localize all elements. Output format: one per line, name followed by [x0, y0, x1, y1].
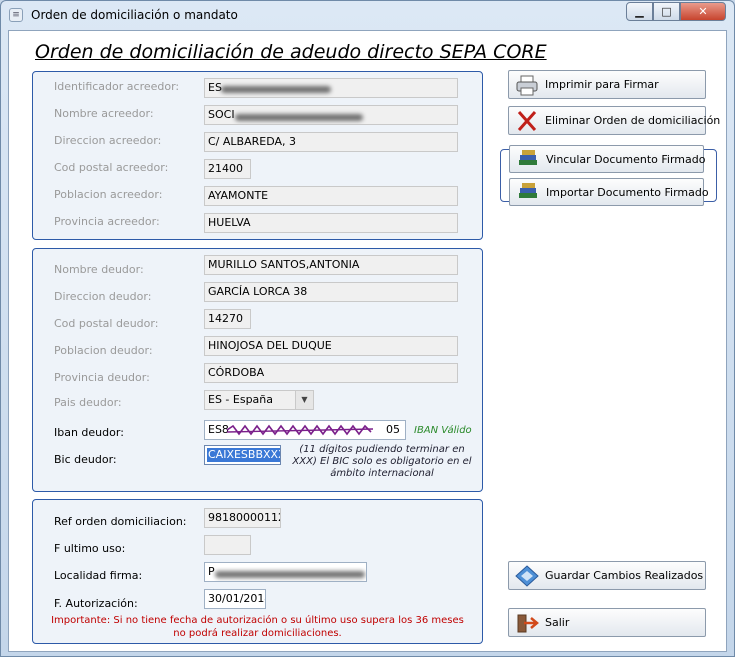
identificador-acreedor-label: Identificador acreedor:	[54, 80, 180, 93]
bic-help-note: (11 dígitos pudiendo terminar en XXX) El…	[292, 444, 472, 479]
pais-deudor-select[interactable]: ES - España ▼	[204, 390, 314, 410]
iban-deudor-label: Iban deudor:	[54, 426, 124, 439]
acreedor-group: Identificador acreedor: ES Nombre acreed…	[32, 71, 483, 240]
cp-acreedor-field[interactable]: 21400	[204, 159, 251, 179]
ultimo-uso-field[interactable]	[204, 535, 251, 555]
redaction-mark	[221, 86, 331, 93]
localidad-firma-value: P	[208, 565, 215, 578]
nombre-acreedor-value: SOCI	[208, 108, 235, 121]
exit-button[interactable]: Salir	[508, 608, 706, 637]
ref-orden-field[interactable]: 981800001124	[204, 508, 281, 528]
link-signed-document-label: Vincular Documento Firmado	[546, 152, 706, 166]
save-changes-button[interactable]: Guardar Cambios Realizados	[508, 561, 706, 590]
poblacion-deudor-label: Poblacion deudor:	[54, 344, 153, 357]
autorizacion-label: F. Autorización:	[54, 597, 138, 610]
iban-deudor-field[interactable]: ES8 05	[204, 420, 406, 440]
delete-order-button-label: Eliminar Orden de domiciliación	[545, 114, 721, 127]
poblacion-acreedor-field[interactable]: AYAMONTE	[204, 186, 458, 206]
exit-door-icon	[515, 612, 539, 634]
print-button-label: Imprimir para Firmar	[545, 78, 659, 91]
bic-deudor-field[interactable]: CAIXESBBXXX	[204, 445, 281, 465]
autorizacion-warning: Importante: Si no tiene fecha de autoriz…	[51, 615, 464, 639]
ref-orden-label: Ref orden domiciliacion:	[54, 515, 187, 528]
minimize-button[interactable]: ▁	[626, 2, 653, 21]
bic-deudor-value: CAIXESBBXXX	[207, 448, 280, 462]
books-icon	[516, 148, 540, 170]
delete-order-button[interactable]: Eliminar Orden de domiciliación	[508, 106, 720, 135]
iban-deudor-tail: 05	[386, 423, 400, 436]
direccion-deudor-label: Direccion deudor:	[54, 290, 152, 303]
close-button[interactable]: ✕	[680, 2, 726, 21]
deudor-group: Nombre deudor: MURILLO SANTOS,ANTONIA Di…	[32, 248, 483, 492]
provincia-deudor-field[interactable]: CÓRDOBA	[204, 363, 458, 383]
orden-group: Ref orden domiciliacion: 981800001124 F …	[32, 499, 483, 644]
maximize-button[interactable]: □	[653, 2, 680, 21]
redaction-mark	[215, 571, 365, 578]
printer-icon	[515, 74, 539, 96]
nombre-acreedor-field[interactable]: SOCI	[204, 105, 458, 125]
cp-acreedor-label: Cod postal acreedor:	[54, 161, 169, 174]
title-bar[interactable]: ≡ Orden de domiciliación o mandato ▁ □ ✕	[1, 1, 734, 29]
localidad-firma-field[interactable]: P	[204, 562, 367, 582]
books-icon	[516, 181, 540, 203]
import-signed-document-label: Importar Documento Firmado	[546, 185, 709, 199]
nombre-acreedor-label: Nombre acreedor:	[54, 107, 154, 120]
cp-deudor-label: Cod postal deudor:	[54, 317, 159, 330]
iban-status-text: IBAN Válido	[414, 425, 472, 436]
app-icon: ≡	[9, 8, 23, 22]
poblacion-acreedor-label: Poblacion acreedor:	[54, 188, 163, 201]
provincia-deudor-label: Provincia deudor:	[54, 371, 150, 384]
localidad-firma-label: Localidad firma:	[54, 569, 143, 582]
redaction-mark	[235, 114, 363, 121]
autorizacion-field[interactable]: 30/01/2014	[204, 589, 266, 609]
form-client-area: Orden de domiciliación de adeudo directo…	[8, 30, 727, 652]
red-x-icon	[515, 110, 539, 132]
pais-deudor-value: ES - España	[208, 393, 274, 406]
iban-scribble-redaction	[226, 424, 374, 436]
cp-deudor-field[interactable]: 14270	[204, 309, 251, 329]
direccion-acreedor-field[interactable]: C/ ALBAREDA, 3	[204, 132, 458, 152]
app-window: ≡ Orden de domiciliación o mandato ▁ □ ✕…	[0, 0, 735, 657]
bic-deudor-label: Bic deudor:	[54, 453, 117, 466]
ultimo-uso-label: F ultimo uso:	[54, 542, 126, 555]
nombre-deudor-label: Nombre deudor:	[54, 263, 144, 276]
direccion-deudor-field[interactable]: GARCÍA LORCA 38	[204, 282, 458, 302]
identificador-acreedor-field[interactable]: ES	[204, 78, 458, 98]
provincia-acreedor-field[interactable]: HUELVA	[204, 213, 458, 233]
link-signed-document-button[interactable]: Vincular Documento Firmado	[509, 145, 706, 173]
import-signed-document-button[interactable]: Importar Documento Firmado	[509, 178, 709, 206]
identificador-acreedor-value: ES	[208, 81, 222, 94]
window-controls: ▁ □ ✕	[626, 2, 726, 22]
direccion-acreedor-label: Direccion acreedor:	[54, 134, 162, 147]
provincia-acreedor-label: Provincia acreedor:	[54, 215, 160, 228]
window-title: Orden de domiciliación o mandato	[31, 8, 238, 22]
print-button[interactable]: Imprimir para Firmar	[508, 70, 706, 99]
pais-deudor-label: Pais deudor:	[54, 396, 122, 409]
poblacion-deudor-field[interactable]: HINOJOSA DEL DUQUE	[204, 336, 458, 356]
nombre-deudor-field[interactable]: MURILLO SANTOS,ANTONIA	[204, 255, 458, 275]
save-diamond-icon	[515, 564, 539, 587]
save-changes-label: Guardar Cambios Realizados	[545, 569, 704, 582]
exit-button-label: Salir	[545, 616, 570, 629]
chevron-down-icon[interactable]: ▼	[295, 391, 313, 409]
form-heading: Orden de domiciliación de adeudo directo…	[35, 41, 547, 63]
